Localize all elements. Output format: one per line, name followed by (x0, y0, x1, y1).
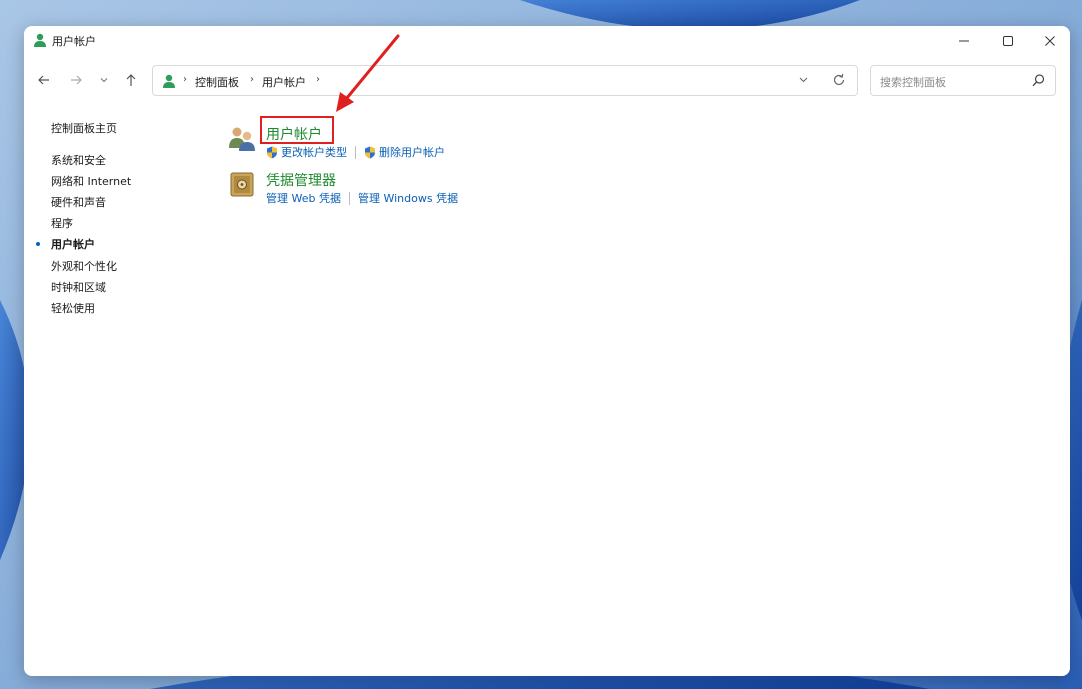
search-box[interactable]: 搜索控制面板 (870, 65, 1056, 96)
sidebar-item-clock-region[interactable]: 时钟和区域 (51, 279, 106, 295)
user-accounts-icon (34, 33, 46, 47)
annotation-highlight-box (260, 116, 334, 144)
credential-manager-links: 管理 Web 凭据 管理 Windows 凭据 (266, 190, 458, 206)
address-dropdown-button[interactable] (799, 75, 808, 87)
address-bar[interactable]: › 控制面板 › 用户帐户 › (152, 65, 858, 96)
window-title: 用户帐户 (52, 35, 96, 48)
recent-locations-button[interactable] (94, 70, 114, 90)
breadcrumb-user-accounts[interactable]: 用户帐户 (262, 74, 306, 90)
sidebar-item-user-accounts[interactable]: 用户帐户 (51, 236, 95, 252)
safe-icon (230, 172, 254, 197)
navigation-bar: › 控制面板 › 用户帐户 › 搜索控制面板 (24, 62, 1070, 100)
shield-icon (267, 146, 277, 158)
sidebar-item-appearance[interactable]: 外观和个性化 (51, 258, 117, 274)
shield-icon (365, 146, 375, 158)
link-divider (348, 191, 350, 205)
delete-user-accounts-link[interactable]: 删除用户帐户 (379, 144, 445, 160)
manage-windows-credentials-link[interactable]: 管理 Windows 凭据 (358, 190, 458, 206)
close-button[interactable] (1028, 26, 1070, 56)
arrow-up-icon (126, 74, 136, 86)
forward-button[interactable] (66, 70, 86, 90)
breadcrumb-separator: › (250, 74, 254, 85)
search-icon[interactable] (1031, 73, 1046, 88)
title-bar[interactable]: 用户帐户 (24, 26, 1070, 56)
change-account-type-link[interactable]: 更改帐户类型 (281, 144, 347, 160)
active-indicator (36, 242, 40, 246)
breadcrumb-separator: › (183, 74, 187, 85)
sidebar-item-programs[interactable]: 程序 (51, 215, 73, 231)
annotation-arrow (336, 34, 400, 112)
sidebar-item-network-internet[interactable]: 网络和 Internet (51, 173, 131, 189)
credential-manager-title[interactable]: 凭据管理器 (266, 170, 336, 190)
control-panel-window: 用户帐户 › 控制面板 › 用户帐户 › 搜索控制面板 控制面板主页 系统和安全… (24, 26, 1070, 676)
sidebar-item-hardware-sound[interactable]: 硬件和声音 (51, 194, 106, 210)
maximize-button[interactable] (986, 26, 1030, 56)
search-placeholder: 搜索控制面板 (880, 76, 946, 89)
sidebar-control-panel-home[interactable]: 控制面板主页 (51, 120, 117, 136)
arrow-left-icon (38, 75, 49, 85)
minimize-button[interactable] (942, 26, 986, 56)
back-button[interactable] (34, 70, 54, 90)
user-accounts-icon (163, 74, 175, 88)
link-divider (355, 145, 356, 159)
chevron-down-icon (799, 77, 808, 83)
breadcrumb-control-panel[interactable]: 控制面板 (195, 74, 239, 90)
users-icon (229, 127, 255, 151)
maximize-icon (1003, 36, 1013, 46)
up-button[interactable] (121, 70, 141, 90)
manage-web-credentials-link[interactable]: 管理 Web 凭据 (266, 190, 341, 206)
sidebar-item-system-security[interactable]: 系统和安全 (51, 152, 106, 168)
user-accounts-links: 更改帐户类型 删除用户帐户 (266, 144, 445, 160)
minimize-icon (959, 40, 969, 42)
chevron-down-icon (100, 78, 108, 83)
arrow-right-icon (71, 75, 82, 85)
refresh-icon[interactable] (831, 72, 847, 88)
sidebar-item-ease-of-access[interactable]: 轻松使用 (51, 300, 95, 316)
close-icon (1045, 36, 1055, 46)
